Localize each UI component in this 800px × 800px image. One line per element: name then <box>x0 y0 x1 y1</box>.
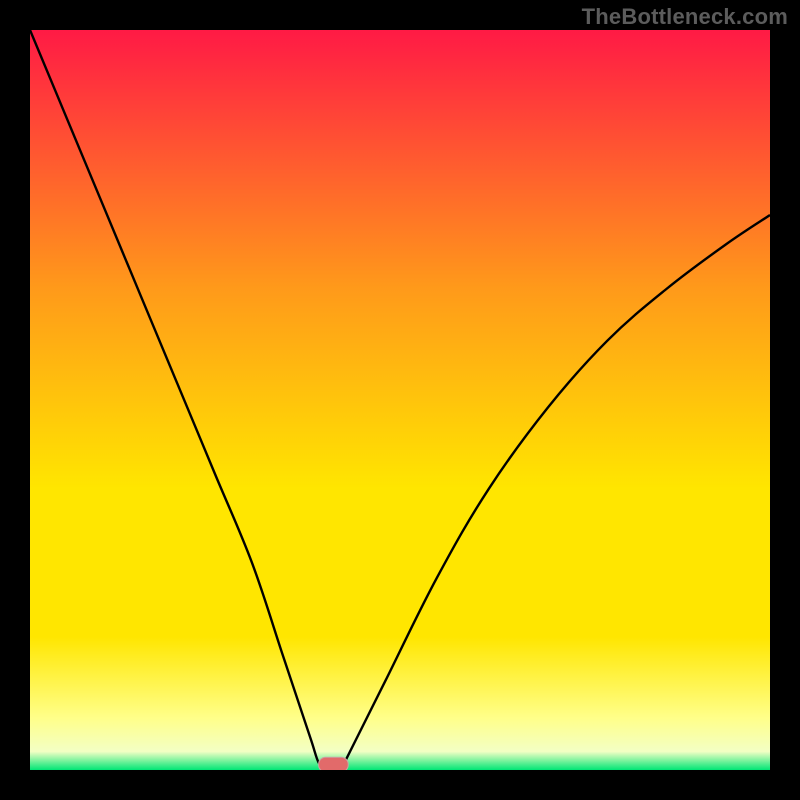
optimum-marker <box>319 757 349 770</box>
watermark-text: TheBottleneck.com <box>582 4 788 30</box>
gradient-background <box>30 30 770 770</box>
bottleneck-chart <box>30 30 770 770</box>
chart-frame: TheBottleneck.com <box>0 0 800 800</box>
plot-area <box>30 30 770 770</box>
